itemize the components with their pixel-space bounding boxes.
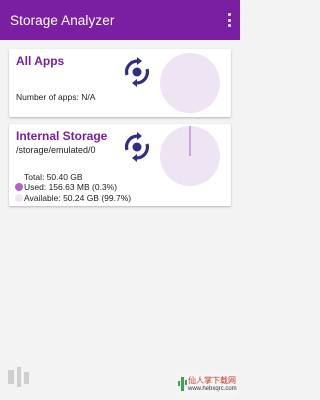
storage-pie-chart [160,126,220,186]
apps-pie-chart [160,53,220,113]
available-legend-dot [15,194,23,202]
internal-storage-card[interactable]: Internal Storage /storage/emulated/0 Tot… [9,124,231,206]
storage-used: Used: 156.63 MB (0.3%) [24,182,118,192]
cactus-icon [178,377,187,391]
used-legend-dot [15,183,23,191]
app-title: Storage Analyzer [10,12,115,28]
storage-available: Available: 50.24 GB (99.7%) [24,193,132,203]
all-apps-title: All Apps [16,54,65,68]
overflow-menu-icon[interactable] [227,13,231,27]
refresh-icon[interactable] [122,57,152,87]
storage-total: Total: 50.40 GB [24,172,83,182]
app-bar: Storage Analyzer [0,0,240,40]
watermark-logo: 仙人掌下载网 www.hebxqrc.com [176,372,238,396]
watermark-icon [6,364,32,396]
storage-title: Internal Storage [16,129,108,143]
watermark-brand: 仙人掌下载网 [188,376,236,385]
all-apps-card[interactable]: All Apps Number of apps: N/A [9,49,231,117]
storage-path: /storage/emulated/0 [16,145,96,155]
refresh-icon[interactable] [122,132,152,162]
watermark-url: www.hebxqrc.com [188,386,237,392]
apps-count: Number of apps: N/A [16,92,96,102]
